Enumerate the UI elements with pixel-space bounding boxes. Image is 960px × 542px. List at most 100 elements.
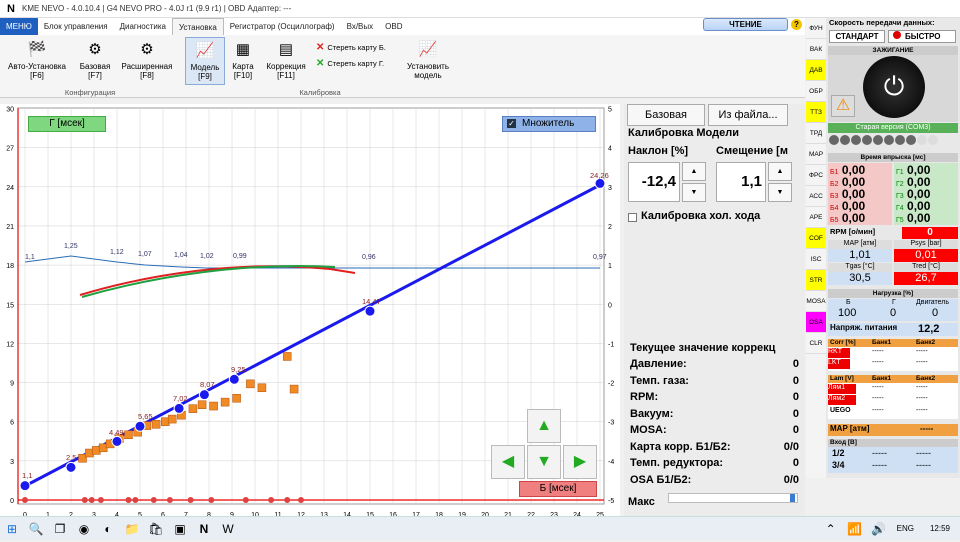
side-item-cof[interactable]: COF [806,228,826,249]
offset-down-button[interactable]: ▼ [768,183,792,202]
menu-tab-main[interactable]: МЕНЮ [0,18,38,35]
side-item-трд[interactable]: ТРД [806,123,826,144]
help-icon[interactable]: ? [791,19,802,30]
store-icon[interactable]: 🛍 [147,520,165,538]
multiplier-toggle[interactable]: ✓ Множитель [502,116,596,132]
side-item-ттз[interactable]: ТТЗ [806,102,826,123]
standard-button[interactable]: СТАНДАРТ [829,30,885,43]
led-icon [862,135,872,145]
kme-app-icon[interactable]: N [195,520,213,538]
app-icon[interactable]: ▣ [171,520,189,538]
idle-checkbox[interactable] [628,213,637,222]
set-model-button[interactable]: 📈 Установить модель [404,40,452,80]
edge-icon[interactable]: ◐ [99,520,117,538]
fast-label: БЫСТРО [905,32,941,41]
side-item-мар[interactable]: МАР [806,144,826,165]
offset-up-button[interactable]: ▲ [768,162,792,181]
model-point[interactable] [65,461,77,473]
side-item-фун[interactable]: ФУН [806,18,826,39]
chrome-icon[interactable]: ◉ [75,520,93,538]
side-item-clr[interactable]: CLR [806,333,826,354]
side-item-вак[interactable]: ВАК [806,39,826,60]
base-config-button[interactable]: ⚙ Базовая [F7] [74,40,116,80]
clock[interactable]: 12:59 [930,524,950,533]
side-item-обр[interactable]: ОБР [806,81,826,102]
max-label: Макс [628,496,655,508]
lam1-label: Лям1 [828,384,856,394]
clear-green-icon: ✕ [316,58,325,69]
menu-tab-diagnostics[interactable]: Диагностика [114,18,172,35]
model-point[interactable] [364,305,376,317]
arrow-up-button[interactable]: ▲ [527,409,561,443]
side-item-асс[interactable]: АСС [806,186,826,207]
uego-bank2: ----- [916,407,928,414]
max-slider-thumb[interactable] [790,494,795,502]
model-button[interactable]: 📈 Модель [F9] [185,37,225,85]
line-label-2: 4,49 [109,428,124,437]
menu-tab-ecu[interactable]: Блок управления [38,18,114,35]
slope-up-button[interactable]: ▲ [682,162,706,181]
offset-input[interactable]: 1,1 [716,162,766,202]
corr-row-value: 0 [792,407,799,420]
base-button[interactable]: Базовая [627,104,705,126]
y-right-ticks: 5 4 3 2 1 0 -1 -2 -3 -4 -5 [608,107,614,506]
fast-red-icon [893,31,901,39]
map-button[interactable]: ▦ Карта [F10] [228,40,258,80]
windows-start-icon[interactable]: ⊞ [3,520,21,538]
model-point[interactable] [173,402,185,414]
search-icon[interactable]: 🔍 [27,520,45,538]
side-item-аре[interactable]: АРЕ [806,207,826,228]
word-icon[interactable]: W [219,520,237,538]
menu-tab-recorder[interactable]: Регистратор (Осциллограф) [224,18,341,35]
ext-config-button[interactable]: ⚙ Расширенная [F8] [118,40,176,80]
menu-tab-io[interactable]: Вх/Вых [341,18,380,35]
tray-chevron-icon[interactable]: ⌃ [822,520,840,538]
mult-label-3: 1,07 [138,251,152,258]
calibration-chart[interactable]: 302724211815129630 543210-1-2-3-4-5 0123… [0,104,620,540]
max-slider[interactable] [668,493,798,503]
language-indicator[interactable]: ENG [897,524,914,533]
clear-map-b-button[interactable]: ✕ Стереть карту Б. [316,42,386,53]
arrow-down-button[interactable]: ▼ [527,445,561,479]
group-config-label: Конфигурация [64,88,116,97]
arrow-left-button[interactable]: ◀ [491,445,525,479]
side-column: ФУН ВАК ДАВ ОБР ТТЗ ТРД МАР ФРС АСС АРЕ COF ISC STR M… [806,18,826,478]
task-view-icon[interactable]: ❐ [51,520,69,538]
volume-icon[interactable]: 🔊 [870,520,888,538]
bottom-dot [208,497,215,503]
fast-button[interactable]: БЫСТРО [888,30,956,43]
wifi-icon[interactable]: 📶 [846,520,864,538]
side-item-osa[interactable]: OSA [806,312,826,333]
side-item-mosa[interactable]: MOSA [806,291,826,312]
from-file-button[interactable]: Из файла... [708,104,788,126]
model-point[interactable] [19,480,31,492]
model-point[interactable] [198,389,210,401]
side-item-фрс[interactable]: ФРС [806,165,826,186]
inj-value: 0,00 [838,211,866,225]
correction-button[interactable]: ▤ Коррекция [F11] [262,40,310,80]
side-item-дав[interactable]: ДАВ [806,60,826,81]
clear-red-icon: ✕ [316,42,325,53]
arrow-right-button[interactable]: ▶ [563,445,597,479]
corr-row-value: 0/0 [783,440,799,453]
y-right-tick: -3 [608,420,614,427]
slope-input[interactable]: -12,4 [628,162,680,202]
menu-tab-obd[interactable]: OBD [379,18,408,35]
side-item-isc[interactable]: ISC [806,249,826,270]
corr-row-label: Давление: [630,358,687,370]
mult-label-8: 0,97 [593,254,607,261]
read-button[interactable]: ЧТЕНИЕ [703,18,788,31]
side-item-str[interactable]: STR [806,270,826,291]
model-point[interactable] [228,373,240,385]
model-point[interactable] [111,435,123,447]
data-square [246,379,255,389]
clear-map-g-button[interactable]: ✕ Стереть карту Г. [316,58,384,69]
files-icon[interactable]: 📁 [123,520,141,538]
model-point[interactable] [134,420,146,432]
slope-down-button[interactable]: ▼ [682,183,706,202]
load-b-value: 100 [838,307,857,319]
multiplier-checkbox-icon[interactable]: ✓ [507,119,516,128]
auto-setup-button[interactable]: 🏁 Авто-Установка [F6] [4,40,70,80]
corr-row-label: Темп. редуктора: [630,457,724,469]
menu-tab-setup[interactable]: Установка [171,18,224,35]
